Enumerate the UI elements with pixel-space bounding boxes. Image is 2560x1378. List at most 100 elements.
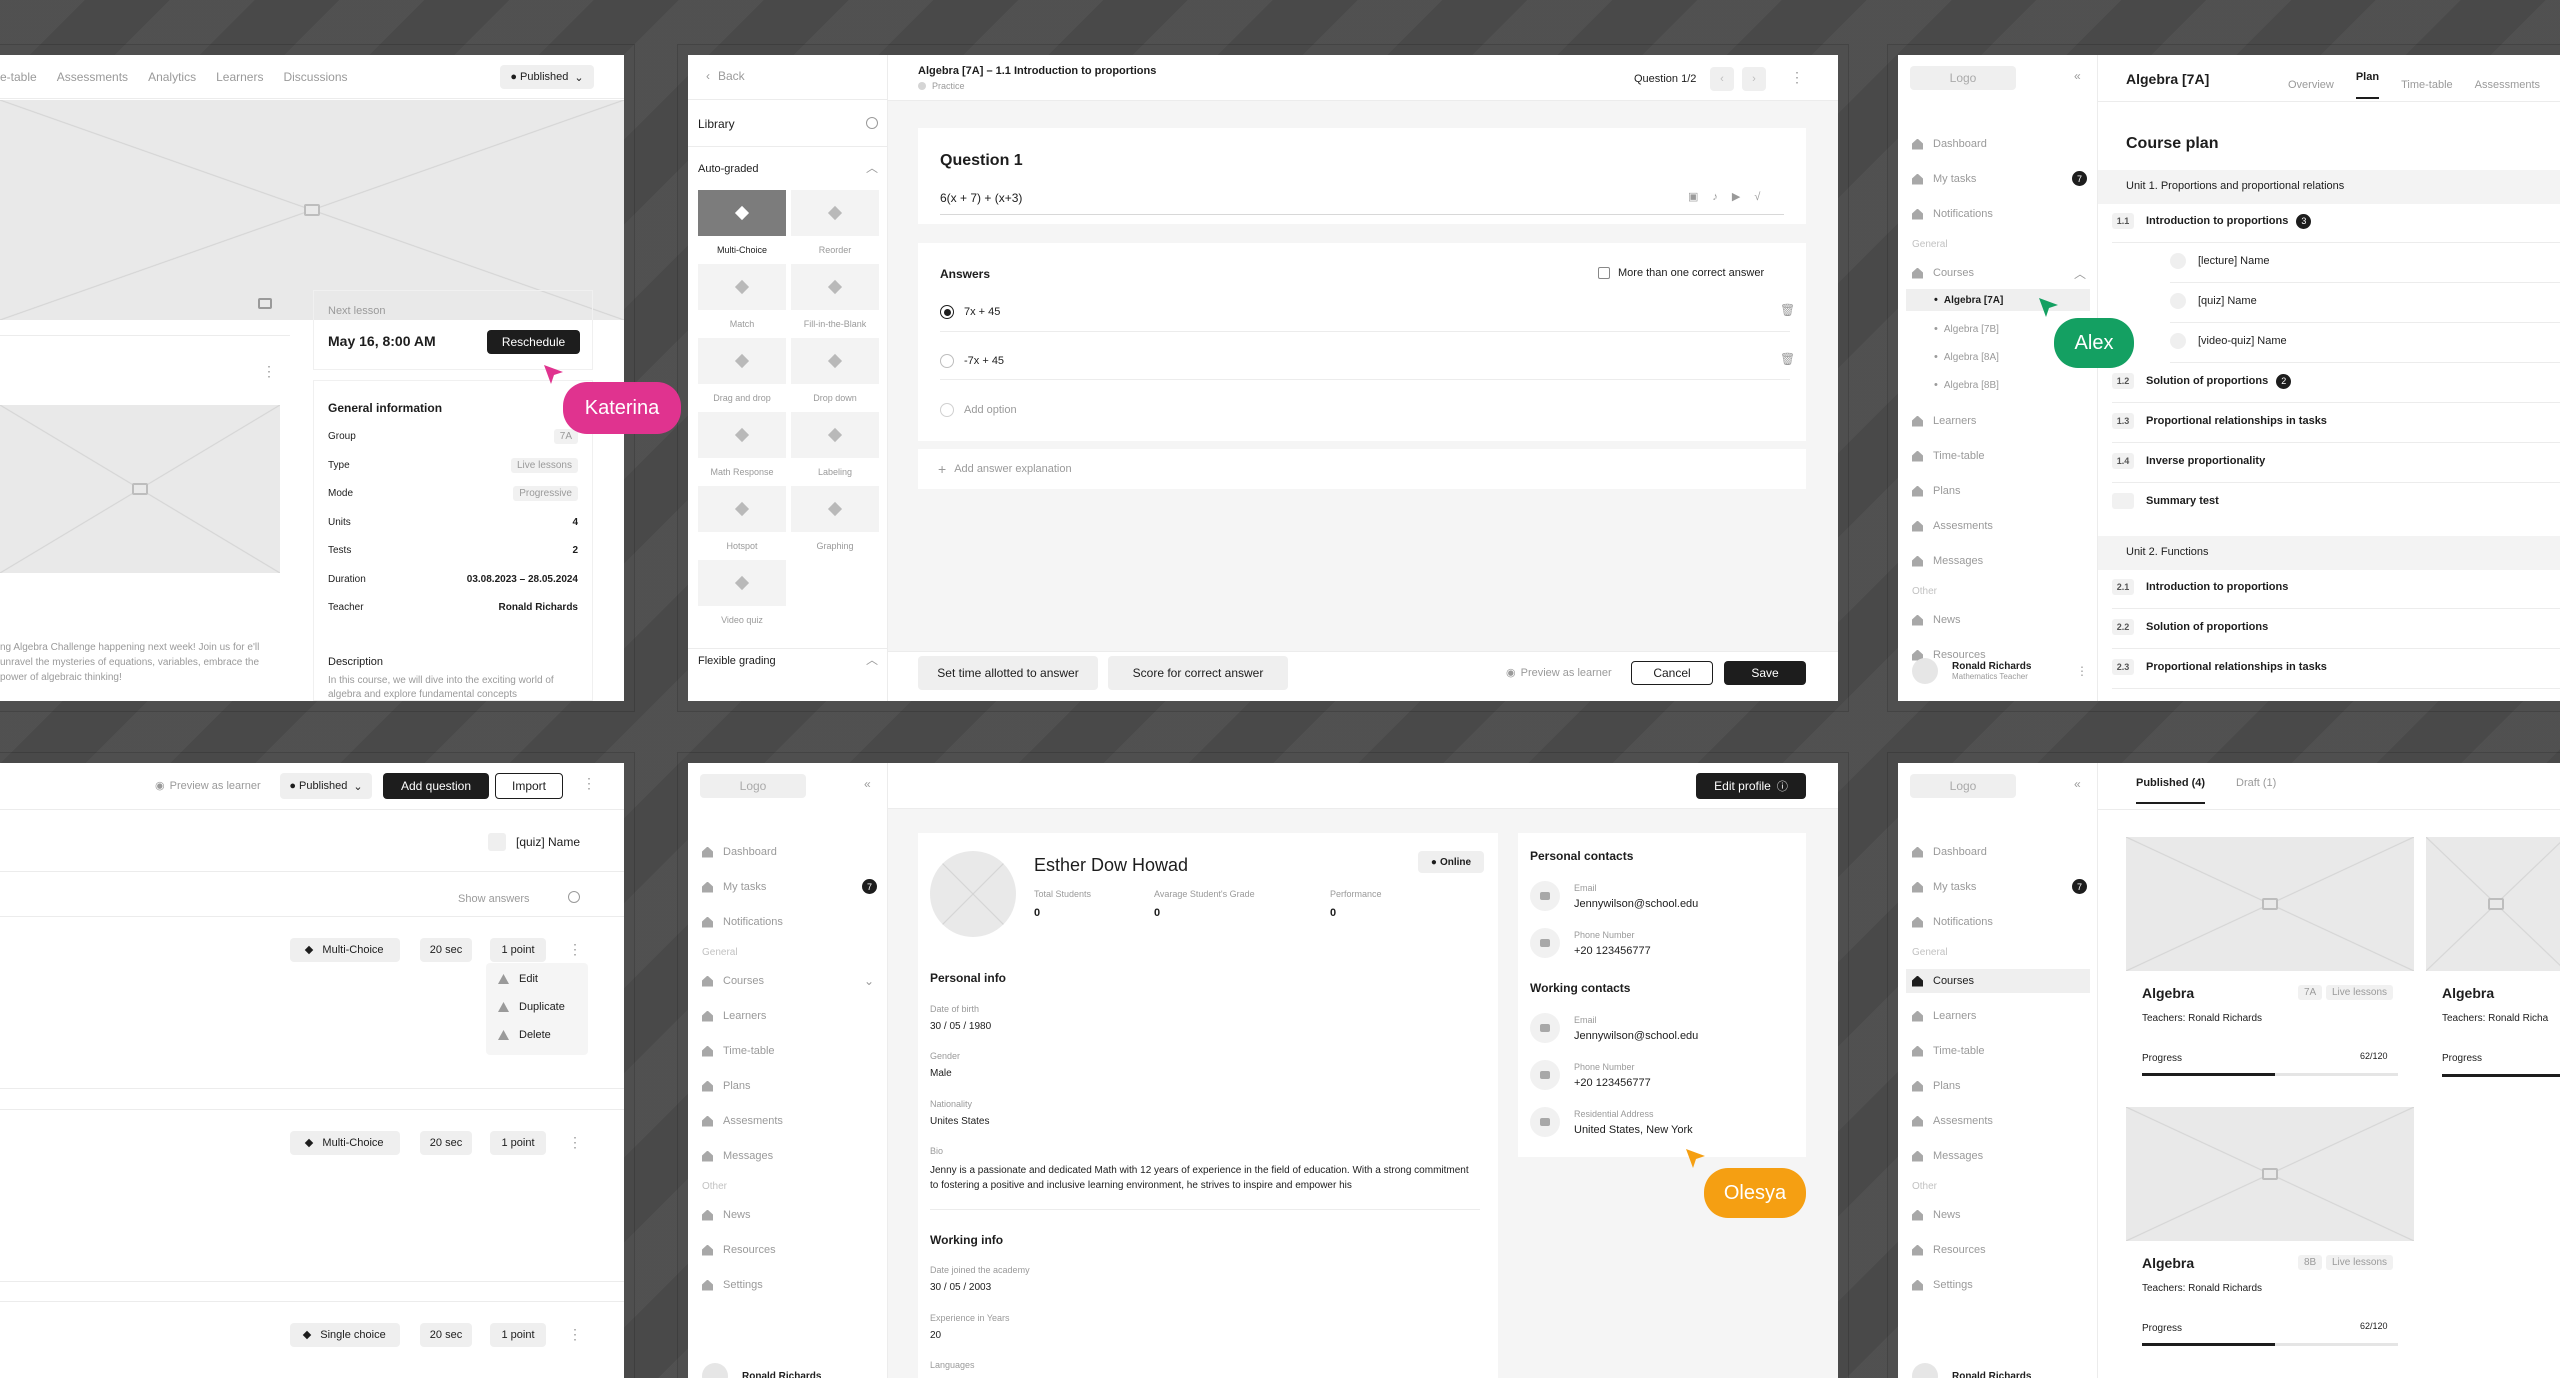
tile-reorder[interactable] xyxy=(791,190,879,236)
sidebar-item-dashboard[interactable]: Dashboard xyxy=(702,846,777,858)
preview-learner-link[interactable]: ◉ Preview as learner xyxy=(1506,666,1612,680)
sidebar-subitem[interactable]: • Algebra [8B] xyxy=(1912,379,1999,391)
sidebar-item-courses[interactable]: Courses xyxy=(1906,969,2090,993)
lesson-sub-item[interactable]: [video-quiz] Name xyxy=(2170,333,2287,349)
tile-drop-down[interactable] xyxy=(791,338,879,384)
tab-overview[interactable]: Overview xyxy=(2288,79,2334,91)
summary-test[interactable]: Summary test xyxy=(2112,493,2219,509)
sidebar-item-settings[interactable]: Settings xyxy=(702,1279,763,1291)
user-profile[interactable]: Ronald Richards xyxy=(702,1363,821,1378)
lesson-sub-item[interactable]: [lecture] Name xyxy=(2170,253,2270,269)
question-input[interactable]: 6(x + 7) + (x+3) xyxy=(940,191,1022,205)
more-icon[interactable]: ⋮ xyxy=(568,941,582,958)
chevron-down-icon[interactable]: ⌄ xyxy=(864,974,874,988)
tile-drag-and-drop[interactable] xyxy=(698,338,786,384)
formula-icon[interactable]: √ xyxy=(1754,191,1760,203)
sidebar-item-learners[interactable]: Learners xyxy=(702,1010,766,1022)
search-icon[interactable] xyxy=(866,117,878,129)
menu-item-duplicate[interactable]: Duplicate xyxy=(498,1001,565,1013)
sidebar-item-notifications[interactable]: Notifications xyxy=(702,916,783,928)
tile-math-response[interactable] xyxy=(698,412,786,458)
sidebar-item-messages[interactable]: Messages xyxy=(702,1150,773,1162)
points-pill[interactable]: 1 point xyxy=(490,1323,546,1347)
sidebar-item-courses[interactable]: Courses ︿ xyxy=(1912,267,2086,281)
back-link[interactable]: ‹ Back xyxy=(706,69,745,83)
answer-option-2[interactable]: -7x + 45 xyxy=(940,354,1004,368)
add-question-button[interactable]: Add question xyxy=(383,773,489,799)
tab-draft[interactable]: Draft (1) xyxy=(2236,777,2276,789)
work-email[interactable]: Jennywilson@school.edu xyxy=(1574,1030,1698,1042)
collapse-icon[interactable]: « xyxy=(2074,69,2081,83)
time-pill[interactable]: 20 sec xyxy=(420,1323,472,1347)
menu-item-delete[interactable]: Delete xyxy=(498,1029,551,1041)
collapse-icon[interactable]: « xyxy=(2074,777,2081,791)
collapse-icon[interactable]: « xyxy=(864,777,871,791)
tile-graphing[interactable] xyxy=(791,486,879,532)
sidebar-item-courses[interactable]: Courses ⌄ xyxy=(702,974,874,988)
time-pill[interactable]: 20 sec xyxy=(420,938,472,962)
personal-email[interactable]: Jennywilson@school.edu xyxy=(1574,898,1698,910)
more-icon[interactable]: ⋮ xyxy=(1790,69,1804,86)
answer-option-1[interactable]: 7x + 45 xyxy=(940,305,1000,319)
sidebar-item-notifications[interactable]: Notifications xyxy=(1912,916,1993,928)
points-pill[interactable]: 1 point xyxy=(490,1131,546,1155)
sidebar-item-learners[interactable]: Learners xyxy=(1912,1010,1976,1022)
video-icon[interactable]: ▶ xyxy=(1732,190,1740,203)
radio-selected[interactable] xyxy=(940,305,954,319)
menu-item-edit[interactable]: Edit xyxy=(498,973,538,985)
tile-multi-choice[interactable] xyxy=(698,190,786,236)
sidebar-item-notifications[interactable]: Notifications xyxy=(1912,208,1993,220)
tab-analytics[interactable]: Analytics xyxy=(148,70,196,84)
question-type-pill[interactable]: Multi-Choice xyxy=(290,938,400,962)
time-pill[interactable]: 20 sec xyxy=(420,1131,472,1155)
sidebar-item-time-table[interactable]: Time-table xyxy=(1912,450,1985,462)
course-title[interactable]: Algebra xyxy=(2142,1255,2194,1271)
search-icon[interactable] xyxy=(568,891,580,903)
sidebar-item-plans[interactable]: Plans xyxy=(702,1080,751,1092)
sidebar-subitem[interactable]: • Algebra [8A] xyxy=(1912,351,1999,363)
sidebar-item-assesments[interactable]: Assesments xyxy=(1912,1115,1993,1127)
question-type-pill[interactable]: Multi-Choice xyxy=(290,1131,400,1155)
more-icon[interactable]: ⋮ xyxy=(568,1326,582,1343)
sidebar-item-my-tasks[interactable]: My tasks 7 xyxy=(702,879,877,894)
chevron-up-icon[interactable]: ︿ xyxy=(2074,265,2086,282)
preview-learner-link[interactable]: ◉ Preview as learner xyxy=(155,779,261,793)
tab-assessments[interactable]: Assessments xyxy=(2475,79,2540,91)
personal-phone[interactable]: +20 123456777 xyxy=(1574,945,1651,957)
chevron-up-icon[interactable]: ︿ xyxy=(866,651,878,668)
points-pill[interactable]: 1 point xyxy=(490,938,546,962)
tile-video-quiz[interactable] xyxy=(698,560,786,606)
add-option[interactable]: Add option xyxy=(940,403,1017,417)
sidebar-item-learners[interactable]: Learners xyxy=(1912,415,1976,427)
sidebar-item-plans[interactable]: Plans xyxy=(1912,1080,1961,1092)
chevron-up-icon[interactable]: ︿ xyxy=(866,159,878,176)
sidebar-item-my-tasks[interactable]: My tasks 7 xyxy=(1912,171,2087,186)
sidebar-item-dashboard[interactable]: Dashboard xyxy=(1912,138,1987,150)
sidebar-item-assesments[interactable]: Assesments xyxy=(1912,520,1993,532)
sidebar-item-settings[interactable]: Settings xyxy=(1912,1279,1973,1291)
tile-hotspot[interactable] xyxy=(698,486,786,532)
course-title[interactable]: Algebra xyxy=(2142,985,2194,1001)
more-icon[interactable]: ⋮ xyxy=(262,363,276,380)
sidebar-item-news[interactable]: News xyxy=(702,1209,751,1221)
cancel-button[interactable]: Cancel xyxy=(1631,661,1713,685)
plan-item[interactable]: 1.3 Proportional relationships in tasks xyxy=(2112,413,2327,429)
set-time-button[interactable]: Set time allotted to answer xyxy=(918,656,1098,690)
trash-icon[interactable]: 🗑 xyxy=(1780,352,1795,366)
tab-discussions[interactable]: Discussions xyxy=(283,70,347,84)
sidebar-item-time-table[interactable]: Time-table xyxy=(702,1045,775,1057)
work-phone[interactable]: +20 123456777 xyxy=(1574,1077,1651,1089)
tile-match[interactable] xyxy=(698,264,786,310)
tile-fill-in-the-blank[interactable] xyxy=(791,264,879,310)
sidebar-item-plans[interactable]: Plans xyxy=(1912,485,1961,497)
plan-item[interactable]: 1.1 Introduction to proportions 3 xyxy=(2112,213,2312,229)
sidebar-item-messages[interactable]: Messages xyxy=(1912,555,1983,567)
edit-profile-button[interactable]: Edit profile ⓘ xyxy=(1696,773,1806,799)
sidebar-item-resources[interactable]: Resources xyxy=(1912,1244,1986,1256)
add-explanation-button[interactable]: + Add answer explanation xyxy=(918,449,1806,489)
more-icon[interactable]: ⋮ xyxy=(2076,664,2088,678)
more-icon[interactable]: ⋮ xyxy=(568,1134,582,1151)
tab-published[interactable]: Published (4) xyxy=(2136,777,2206,804)
lesson-sub-item[interactable]: [quiz] Name xyxy=(2170,293,2257,309)
sidebar-item-resources[interactable]: Resources xyxy=(702,1244,776,1256)
